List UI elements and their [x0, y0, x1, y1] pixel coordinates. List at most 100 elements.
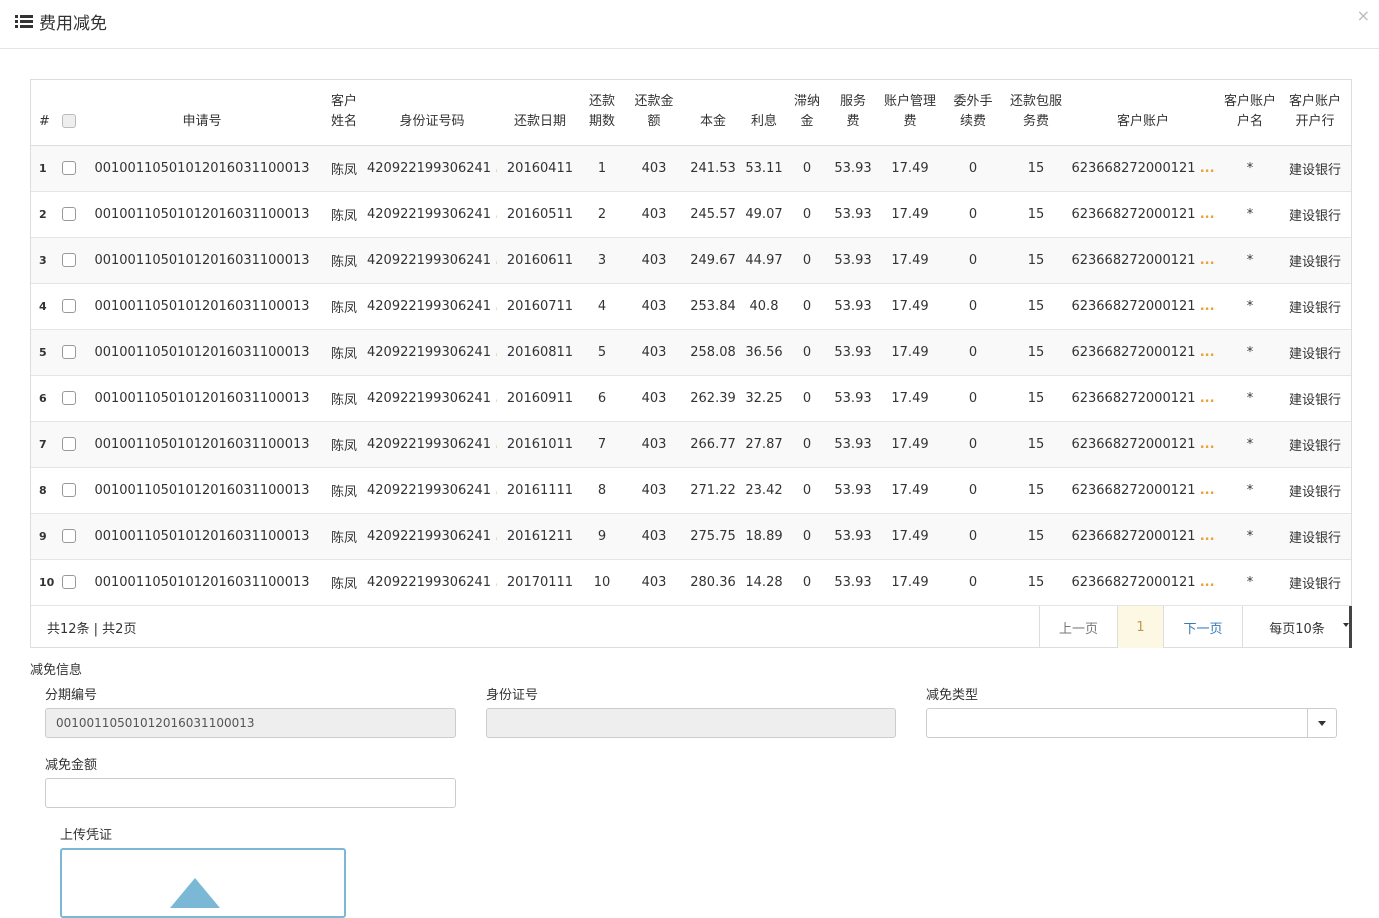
cell-package-fee: 15	[1007, 283, 1065, 330]
col-repay-date[interactable]: 还款日期	[497, 80, 583, 146]
installment-field[interactable]: 00100110501012016031100013	[45, 708, 456, 738]
table-row[interactable]: 10 00100110501012016031100013 陈凤 4209221993…	[31, 559, 1351, 606]
row-checkbox[interactable]	[62, 437, 76, 451]
row-number: 7	[31, 421, 55, 468]
cell-package-fee: 15	[1007, 559, 1065, 606]
current-page-button[interactable]: 1	[1117, 606, 1163, 648]
table-row[interactable]: 8 00100110501012016031100013 陈凤 42092219930…	[31, 467, 1351, 514]
cell-late-fee: 0	[789, 145, 825, 192]
col-cust-acct[interactable]: 客户账户	[1065, 80, 1221, 146]
cell-app-no: 00100110501012016031100013	[83, 237, 321, 284]
cell-late-fee: 0	[789, 329, 825, 376]
row-checkbox[interactable]	[62, 299, 76, 313]
ellipsis-link[interactable]: ...	[495, 253, 497, 268]
col-package-fee[interactable]: 还款包服 务费	[1007, 80, 1065, 146]
row-number: 6	[31, 375, 55, 422]
id-field[interactable]	[486, 708, 896, 738]
ellipsis-link[interactable]: ...	[1200, 391, 1215, 406]
ellipsis-link[interactable]: ...	[1200, 483, 1215, 498]
ellipsis-link[interactable]: ...	[1200, 529, 1215, 544]
cell-repay-date: 20160711	[497, 283, 583, 330]
table-row[interactable]: 9 00100110501012016031100013 陈凤 42092219930…	[31, 513, 1351, 560]
list-icon	[15, 14, 33, 29]
cell-interest: 18.89	[739, 513, 789, 560]
col-late-fee[interactable]: 滞纳金	[789, 80, 825, 146]
table-row[interactable]: 5 00100110501012016031100013 陈凤 42092219930…	[31, 329, 1351, 376]
row-checkbox[interactable]	[62, 529, 76, 543]
table-row[interactable]: 4 00100110501012016031100013 陈凤 42092219930…	[31, 283, 1351, 330]
col-app-no[interactable]: 申请号	[83, 80, 321, 146]
upload-dropzone[interactable]	[60, 848, 346, 918]
ellipsis-link[interactable]: ...	[1200, 345, 1215, 360]
ellipsis-link[interactable]: ...	[1200, 207, 1215, 222]
amount-field[interactable]	[45, 778, 456, 808]
type-select[interactable]	[926, 708, 1337, 738]
col-acct-fee[interactable]: 账户管理费	[881, 80, 939, 146]
ellipsis-link[interactable]: ...	[495, 345, 497, 360]
type-select-toggle[interactable]	[1307, 709, 1336, 737]
cell-package-fee: 15	[1007, 145, 1065, 192]
cell-principal: 241.53	[687, 145, 739, 192]
table-row[interactable]: 1 00100110501012016031100013 陈凤 42092219930…	[31, 145, 1351, 192]
ellipsis-link[interactable]: ...	[1200, 437, 1215, 452]
next-page-button[interactable]: 下一页	[1163, 606, 1242, 648]
cell-periods: 8	[583, 467, 621, 514]
cell-periods: 2	[583, 191, 621, 238]
col-cust-name[interactable]: 客户 姓名	[321, 80, 367, 146]
table-row[interactable]: 7 00100110501012016031100013 陈凤 42092219930…	[31, 421, 1351, 468]
ellipsis-link[interactable]: ...	[495, 529, 497, 544]
table-row[interactable]: 3 00100110501012016031100013 陈凤 42092219930…	[31, 237, 1351, 284]
table-row[interactable]: 6 00100110501012016031100013 陈凤 42092219930…	[31, 375, 1351, 422]
row-checkbox-cell	[55, 237, 83, 284]
cell-cust-name: 陈凤	[321, 145, 367, 192]
cell-acct-fee: 17.49	[881, 145, 939, 192]
ellipsis-link[interactable]: ...	[495, 161, 497, 176]
row-checkbox[interactable]	[62, 253, 76, 267]
ellipsis-link[interactable]: ...	[495, 575, 497, 590]
cell-service-fee: 53.93	[825, 467, 881, 514]
ellipsis-link[interactable]: ...	[1200, 575, 1215, 590]
ellipsis-link[interactable]: ...	[495, 391, 497, 406]
ellipsis-link[interactable]: ...	[495, 483, 497, 498]
col-outsource-fee[interactable]: 委外手 续费	[939, 80, 1007, 146]
close-icon[interactable]: ×	[1357, 6, 1370, 25]
ellipsis-link[interactable]: ...	[1200, 253, 1215, 268]
cell-acct-fee: 17.49	[881, 237, 939, 284]
col-acct-name[interactable]: 客户账户 户名	[1221, 80, 1279, 146]
cell-principal: 245.57	[687, 191, 739, 238]
row-checkbox[interactable]	[62, 391, 76, 405]
cell-repay-date: 20161011	[497, 421, 583, 468]
page-size-select[interactable]: 每页10条	[1242, 606, 1352, 648]
col-periods[interactable]: 还款 期数	[583, 80, 621, 146]
row-checkbox[interactable]	[62, 345, 76, 359]
ellipsis-link[interactable]: ...	[495, 299, 497, 314]
cell-app-no: 00100110501012016031100013	[83, 467, 321, 514]
cell-service-fee: 53.93	[825, 145, 881, 192]
row-checkbox[interactable]	[62, 575, 76, 589]
row-checkbox[interactable]	[62, 483, 76, 497]
ellipsis-link[interactable]: ...	[495, 207, 497, 222]
select-all-checkbox[interactable]	[62, 114, 76, 128]
col-id-no[interactable]: 身份证号码	[367, 80, 497, 146]
ellipsis-link[interactable]: ...	[1200, 161, 1215, 176]
row-checkbox[interactable]	[62, 207, 76, 221]
ellipsis-link[interactable]: ...	[495, 437, 497, 452]
cell-cust-acct: 623668272000121 ...	[1065, 513, 1221, 560]
cell-outsource-fee: 0	[939, 191, 1007, 238]
col-service-fee[interactable]: 服务费	[825, 80, 881, 146]
cell-acct-bank: 建设银行	[1279, 467, 1351, 514]
table-header-row: # 申请号 客户 姓名 身份证号码 还款日期 还款 期数 还款金额 本金 利息 滞纳…	[31, 80, 1351, 146]
ellipsis-link[interactable]: ...	[1200, 299, 1215, 314]
cell-amount: 403	[621, 375, 687, 422]
col-principal[interactable]: 本金	[687, 80, 739, 146]
col-amount[interactable]: 还款金额	[621, 80, 687, 146]
row-checkbox[interactable]	[62, 161, 76, 175]
table-row[interactable]: 2 00100110501012016031100013 陈凤 42092219930…	[31, 191, 1351, 238]
col-interest[interactable]: 利息	[739, 80, 789, 146]
cell-periods: 5	[583, 329, 621, 376]
upload-icon	[170, 878, 220, 908]
col-acct-bank[interactable]: 客户账户 开户行	[1279, 80, 1351, 146]
row-number: 8	[31, 467, 55, 514]
prev-page-button[interactable]: 上一页	[1039, 606, 1117, 648]
repayment-table: # 申请号 客户 姓名 身份证号码 还款日期 还款 期数 还款金额 本金 利息 滞纳…	[31, 80, 1351, 606]
